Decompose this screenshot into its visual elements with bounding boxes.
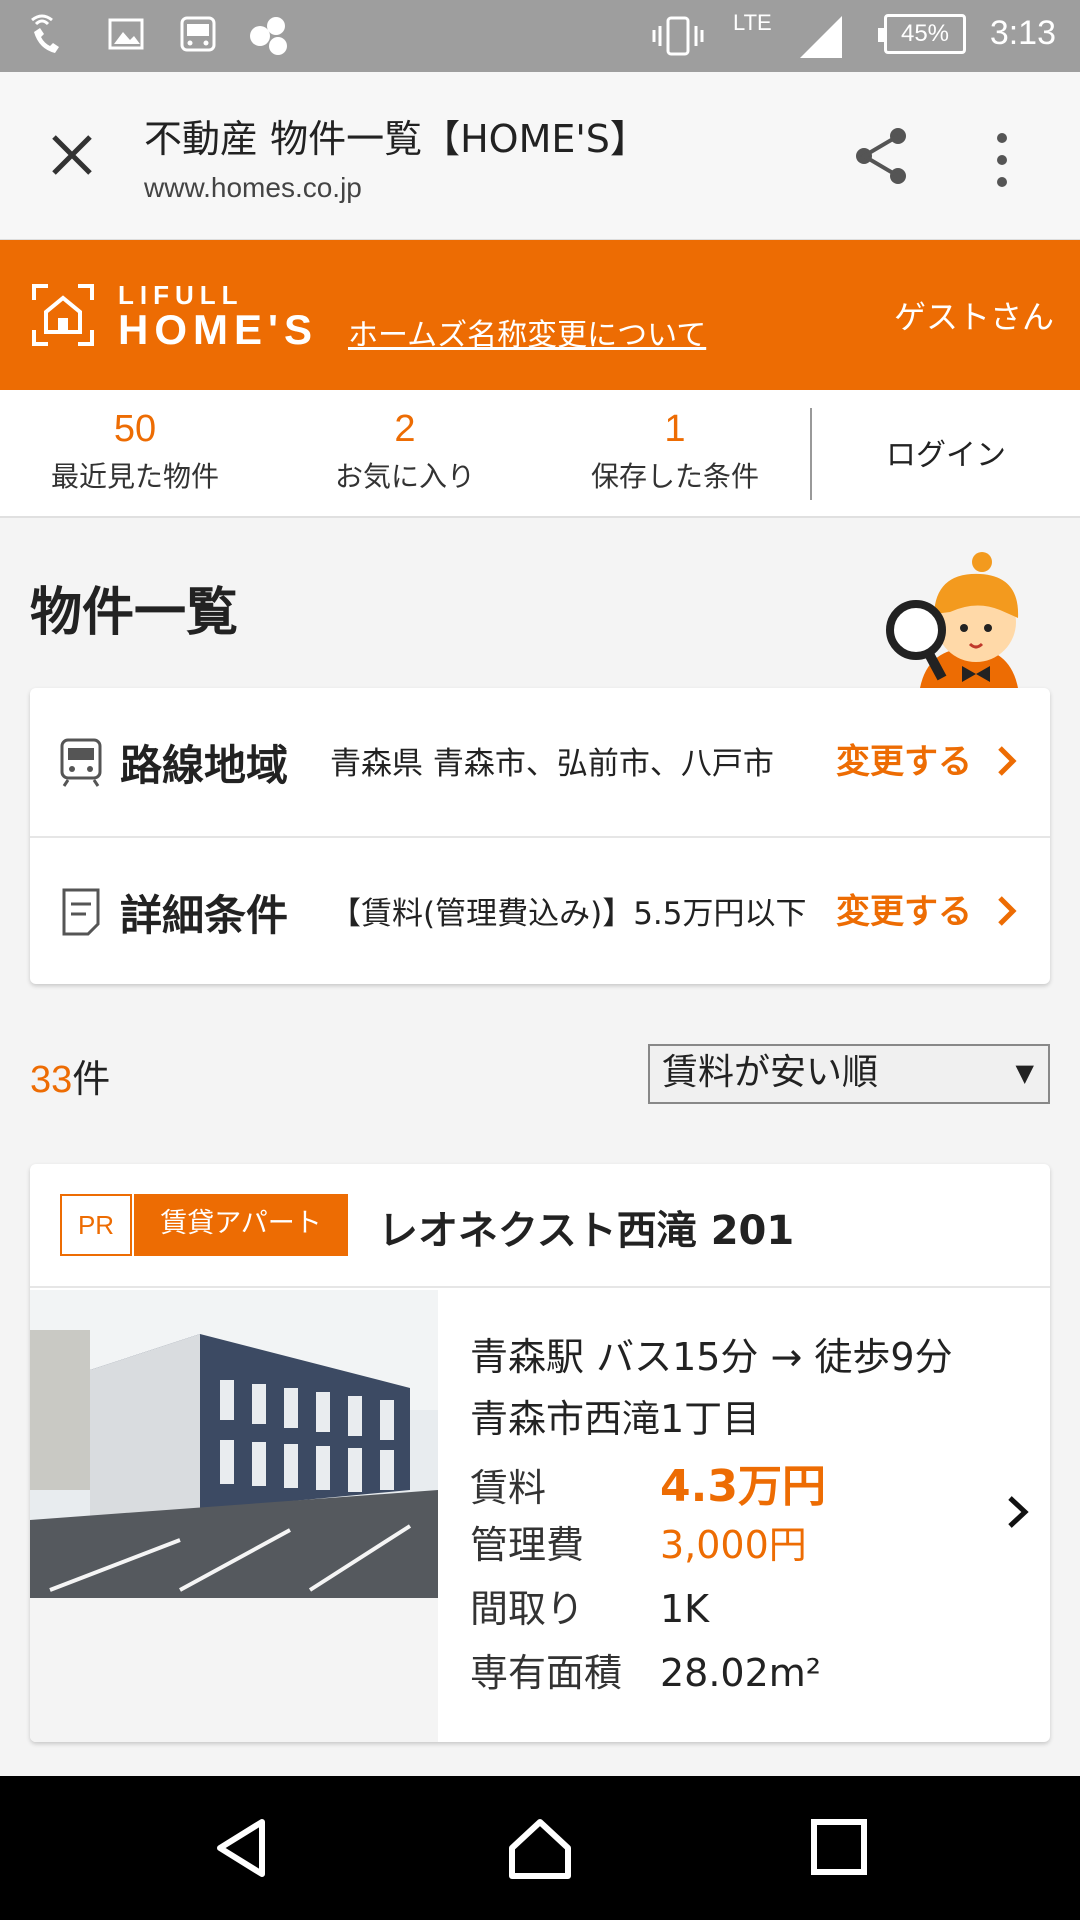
property-card[interactable]: PR 賃貸アパート レオネクスト西滝 201 青森駅 バス15分 → 徒歩9分 … xyxy=(30,1164,1050,1742)
area-row: 専有面積 28.02m² xyxy=(470,1642,821,1697)
pr-badge: PR xyxy=(60,1194,132,1256)
favorites-count: 2 xyxy=(394,408,416,450)
layout-row: 間取り 1K xyxy=(470,1578,709,1633)
recent-apps-icon[interactable] xyxy=(804,1812,876,1884)
layout-label: 間取り xyxy=(470,1587,585,1631)
property-type-badge: 賃貸アパート xyxy=(134,1194,348,1256)
rename-info-link[interactable]: ホームズ名称変更について xyxy=(348,310,706,354)
search-conditions-card: 路線地域 青森県 青森市、弘前市、八戸市 変更する 詳細条件 【賃料(管理費込み… xyxy=(30,688,1050,984)
property-address: 青森市西滝1丁目 xyxy=(470,1397,761,1441)
rent-label: 賃料 xyxy=(470,1466,547,1510)
chevron-right-icon xyxy=(998,896,1017,926)
browser-toolbar: 不動産 物件一覧【HOME'S】 www.homes.co.jp xyxy=(0,72,1080,240)
home-logo-icon[interactable] xyxy=(30,282,96,348)
app-icon xyxy=(250,17,287,55)
browser-url: www.homes.co.jp xyxy=(144,172,362,203)
recent-label: 最近見た物件 xyxy=(50,460,219,493)
vibrate-icon xyxy=(652,16,704,56)
more-options-icon[interactable] xyxy=(990,130,1014,190)
fee-value: 3,000円 xyxy=(660,1523,807,1567)
share-icon[interactable] xyxy=(850,124,914,188)
chevron-right-icon xyxy=(998,746,1017,776)
layout-value: 1K xyxy=(660,1587,710,1631)
dropdown-arrow-icon: ▼ xyxy=(1015,1059,1034,1087)
navigation-bar xyxy=(0,1776,1080,1920)
train-icon xyxy=(60,738,102,787)
page-title: 物件一覧 xyxy=(30,583,239,643)
user-counters: 50 最近見た物件 2 お気に入り 1 保存した条件 ログイン xyxy=(0,390,1080,518)
rent-row: 賃料 4.3万円 xyxy=(470,1450,826,1514)
network-type: LTE xyxy=(733,10,772,35)
gallery-icon xyxy=(108,18,144,50)
clock: 3:13 xyxy=(989,14,1056,52)
property-header: PR 賃貸アパート レオネクスト西滝 201 xyxy=(30,1164,1050,1288)
browser-title: 不動産 物件一覧【HOME'S】 xyxy=(144,117,648,161)
detail-conditions-label: 詳細条件 xyxy=(120,891,289,940)
property-name[interactable]: レオネクスト西滝 201 xyxy=(378,1198,794,1256)
recent-viewed-counter[interactable]: 50 最近見た物件 xyxy=(0,408,270,495)
route-area-row[interactable]: 路線地域 青森県 青森市、弘前市、八戸市 変更する xyxy=(30,688,1050,836)
document-icon xyxy=(62,888,100,936)
signal-icon xyxy=(800,16,842,58)
sort-select[interactable]: 賃料が安い順 ▼ xyxy=(648,1044,1050,1104)
route-area-value: 青森県 青森市、弘前市、八戸市 xyxy=(330,746,774,782)
route-area-label: 路線地域 xyxy=(120,741,289,790)
back-icon[interactable] xyxy=(206,1812,278,1884)
detail-conditions-value: 【賃料(管理費込み)】5.5万円以下 xyxy=(330,896,807,932)
saved-conditions-counter[interactable]: 1 保存した条件 xyxy=(540,408,810,495)
area-label: 専有面積 xyxy=(470,1651,623,1695)
chevron-right-icon[interactable] xyxy=(1006,1494,1030,1530)
close-icon[interactable] xyxy=(44,127,100,183)
favorites-label: お気に入り xyxy=(334,460,475,493)
rent-value: 4.3万円 xyxy=(660,1461,826,1512)
train-icon xyxy=(180,16,216,52)
result-count: 33件 xyxy=(30,1048,110,1103)
sort-selected-value: 賃料が安い順 xyxy=(662,1052,879,1093)
site-header: LIFULL HOME'S ホームズ名称変更について ゲストさん xyxy=(0,240,1080,390)
favorites-counter[interactable]: 2 お気に入り xyxy=(270,408,540,495)
result-number: 33 xyxy=(30,1059,73,1101)
mascot-detective-icon xyxy=(886,552,1019,688)
saved-count: 1 xyxy=(664,408,686,450)
area-value: 28.02m² xyxy=(660,1651,822,1695)
home-icon[interactable] xyxy=(504,1812,576,1884)
change-detail-button[interactable]: 変更する xyxy=(836,884,972,933)
result-unit: 件 xyxy=(72,1057,111,1101)
guest-user[interactable]: ゲストさん xyxy=(894,292,1054,338)
wifi-calling-icon xyxy=(31,14,59,53)
logo-homes-text: HOME'S xyxy=(118,306,319,353)
status-bar: LTE 45% 3:13 xyxy=(0,0,1080,72)
recent-count: 50 xyxy=(113,408,157,450)
property-access: 青森駅 バス15分 → 徒歩9分 xyxy=(470,1335,953,1379)
photo-padding xyxy=(30,1598,438,1742)
detail-conditions-row[interactable]: 詳細条件 【賃料(管理費込み)】5.5万円以下 変更する xyxy=(30,836,1050,984)
change-route-button[interactable]: 変更する xyxy=(836,734,972,783)
property-photo[interactable] xyxy=(30,1290,438,1598)
fee-row: 管理費 3,000円 xyxy=(470,1514,807,1569)
fee-label: 管理費 xyxy=(470,1523,585,1567)
saved-label: 保存した条件 xyxy=(590,460,759,493)
battery-indicator: 45% xyxy=(878,14,966,54)
login-button[interactable]: ログイン xyxy=(812,430,1080,474)
